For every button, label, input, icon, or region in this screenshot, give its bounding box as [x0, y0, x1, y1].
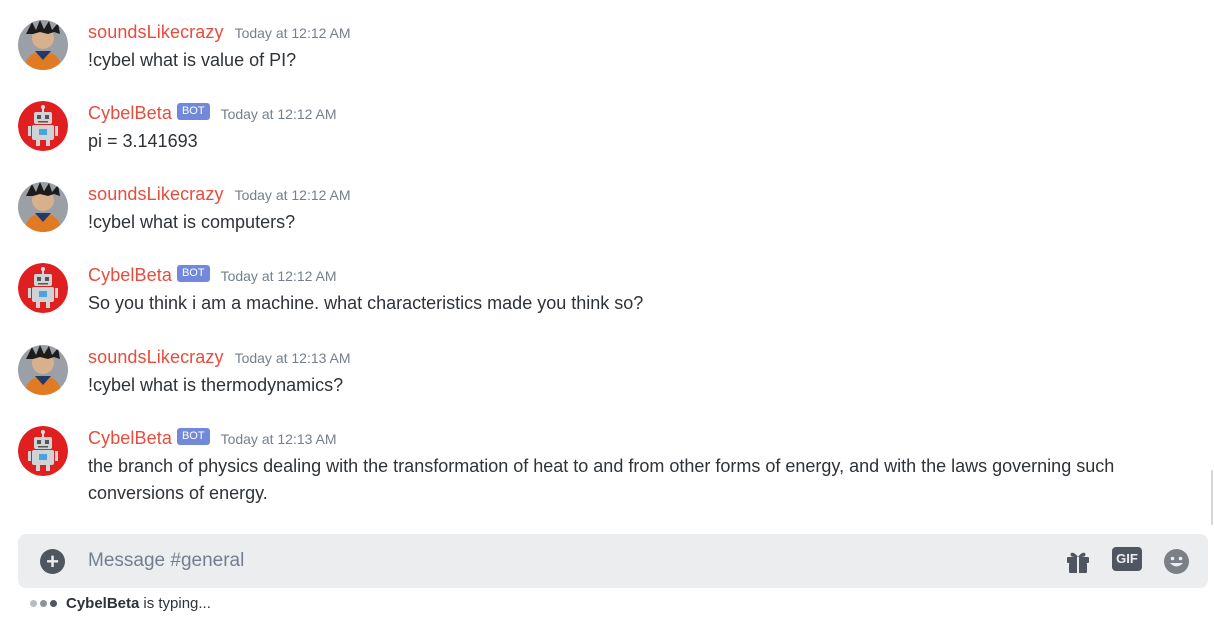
message-text: !cybel what is value of PI? [88, 50, 297, 70]
message-item: soundsLikecrazy Today at 12:12 AM !cybel… [0, 182, 1180, 236]
message-timestamp: Today at 12:12 AM [234, 187, 351, 203]
message-item: CybelBeta BOT Today at 12:13 AM the bran… [0, 426, 1180, 508]
message-author[interactable]: CybelBeta [88, 103, 172, 124]
user-avatar-icon[interactable] [18, 20, 68, 70]
user-avatar-icon[interactable] [18, 182, 68, 232]
message-author[interactable]: soundsLikecrazy [88, 22, 224, 43]
bot-badge: BOT [176, 264, 210, 282]
typing-indicator: CybelBeta is typing... [30, 592, 211, 614]
bot-badge: BOT [176, 427, 210, 445]
typing-suffix: is typing... [143, 594, 211, 612]
gif-icon[interactable]: GIF [1112, 547, 1142, 571]
typing-user: CybelBeta [66, 594, 140, 612]
message-input[interactable] [88, 548, 988, 574]
message-text: the branch of physics dealing with the t… [88, 456, 1115, 503]
message-header: soundsLikecrazy Today at 12:13 AM [88, 345, 351, 369]
message-timestamp: Today at 12:12 AM [220, 268, 337, 284]
message-author[interactable]: soundsLikecrazy [88, 184, 224, 205]
message-item: CybelBeta BOT Today at 12:12 AM pi = 3.1… [0, 101, 1180, 155]
message-header: CybelBeta BOT Today at 12:12 AM [88, 101, 337, 125]
message-item: soundsLikecrazy Today at 12:13 AM !cybel… [0, 345, 1180, 399]
message-header: CybelBeta BOT Today at 12:12 AM [88, 263, 337, 287]
message-header: CybelBeta BOT Today at 12:13 AM [88, 426, 337, 450]
message-text: !cybel what is computers? [88, 212, 296, 232]
scrollbar[interactable] [1211, 470, 1213, 525]
message-timestamp: Today at 12:13 AM [234, 350, 351, 366]
message-item: soundsLikecrazy Today at 12:12 AM !cybel… [0, 20, 1180, 74]
message-author[interactable]: CybelBeta [88, 265, 172, 286]
message-composer: + GIF [18, 534, 1208, 588]
user-avatar-icon[interactable] [18, 345, 68, 395]
message-timestamp: Today at 12:12 AM [234, 25, 351, 41]
message-text: !cybel what is thermodynamics? [88, 375, 344, 395]
plus-icon[interactable]: + [40, 549, 65, 574]
message-item: CybelBeta BOT Today at 12:12 AM So you t… [0, 263, 1180, 317]
message-text: So you think i am a machine. what charac… [88, 293, 644, 313]
message-list[interactable]: soundsLikecrazy Today at 12:12 AM !cybel… [0, 0, 1214, 530]
message-header: soundsLikecrazy Today at 12:12 AM [88, 20, 351, 44]
message-header: soundsLikecrazy Today at 12:12 AM [88, 182, 351, 206]
message-timestamp: Today at 12:13 AM [220, 431, 337, 447]
bot-badge: BOT [176, 102, 210, 120]
robot-avatar-icon[interactable] [18, 101, 68, 151]
message-text: pi = 3.141693 [88, 131, 198, 151]
robot-avatar-icon[interactable] [18, 263, 68, 313]
typing-dots-icon [30, 599, 60, 607]
robot-avatar-icon[interactable] [18, 426, 68, 476]
message-author[interactable]: soundsLikecrazy [88, 347, 224, 368]
gift-icon[interactable] [1064, 547, 1092, 575]
message-author[interactable]: CybelBeta [88, 428, 172, 449]
message-timestamp: Today at 12:12 AM [220, 106, 337, 122]
emoji-icon[interactable] [1163, 548, 1190, 575]
